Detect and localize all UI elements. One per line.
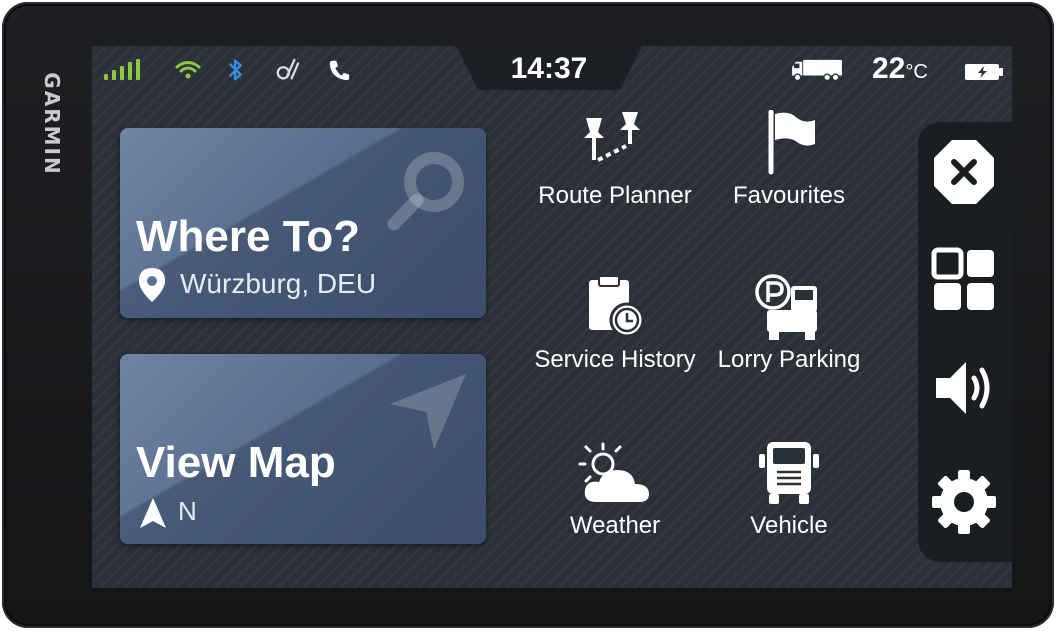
vehicle-label: Vehicle [750, 512, 828, 539]
settings-button[interactable] [928, 466, 1000, 538]
vehicle-button[interactable]: Vehicle [700, 440, 878, 560]
volume-button[interactable] [928, 352, 1000, 424]
where-to-card[interactable]: Where To? Würzburg, DEU [120, 128, 486, 318]
settings-gear-icon [932, 470, 996, 534]
current-location: Würzburg, DEU [180, 268, 377, 299]
location-pin-icon [139, 268, 165, 302]
temperature-readout: 22°C [872, 52, 928, 86]
clock: 14:37 [510, 52, 588, 85]
status-bar: 14:37 22°C [92, 46, 1012, 92]
view-map-card[interactable]: View Map N [120, 354, 486, 544]
apps-button[interactable] [928, 244, 1000, 316]
brand-name: GARMIN [40, 72, 64, 176]
phone-icon [329, 60, 350, 81]
view-map-title: View Map [136, 438, 336, 487]
apps-grid-icon [931, 247, 994, 310]
truck-profile-icon[interactable] [788, 58, 846, 82]
route-planner-button[interactable]: Route Planner [526, 110, 704, 230]
battery-icon [965, 64, 1003, 80]
lorry-parking-label: Lorry Parking [717, 346, 861, 373]
route-pins-icon [584, 112, 640, 162]
volume-icon [936, 362, 990, 414]
close-icon [934, 140, 994, 204]
device-frame: GARMIN 14:37 22°C Where To? Würzburg, DE… [2, 2, 1054, 628]
drive-app-icon [276, 58, 300, 80]
lorry-parking-button[interactable]: Lorry Parking [700, 274, 878, 394]
favourites-button[interactable]: Favourites [700, 110, 878, 230]
screen: 14:37 22°C Where To? Würzburg, DEU View … [92, 46, 1012, 588]
where-to-title: Where To? [136, 212, 361, 261]
brand-logo: GARMIN [32, 54, 72, 194]
weather-button[interactable]: Weather [526, 440, 704, 560]
temperature-value: 22 [872, 52, 906, 85]
wifi-icon [175, 61, 201, 79]
quick-actions-rail [918, 122, 1012, 562]
temperature-unit: °C [905, 61, 928, 83]
navigation-arrow-icon [390, 374, 466, 450]
clipboard-clock-icon [589, 275, 645, 338]
truck-parking-icon [755, 274, 817, 340]
flag-icon [768, 110, 815, 175]
bluetooth-icon [229, 59, 242, 81]
truck-front-icon [759, 442, 819, 504]
heading-arrow-icon [140, 498, 166, 528]
signal-bars-icon [104, 59, 140, 80]
search-icon [387, 152, 464, 231]
heading-direction: N [178, 496, 197, 526]
favourites-label: Favourites [732, 182, 846, 209]
stop-route-button[interactable] [928, 136, 1000, 208]
weather-icon [578, 442, 649, 502]
service-history-button[interactable]: Service History [526, 274, 704, 394]
